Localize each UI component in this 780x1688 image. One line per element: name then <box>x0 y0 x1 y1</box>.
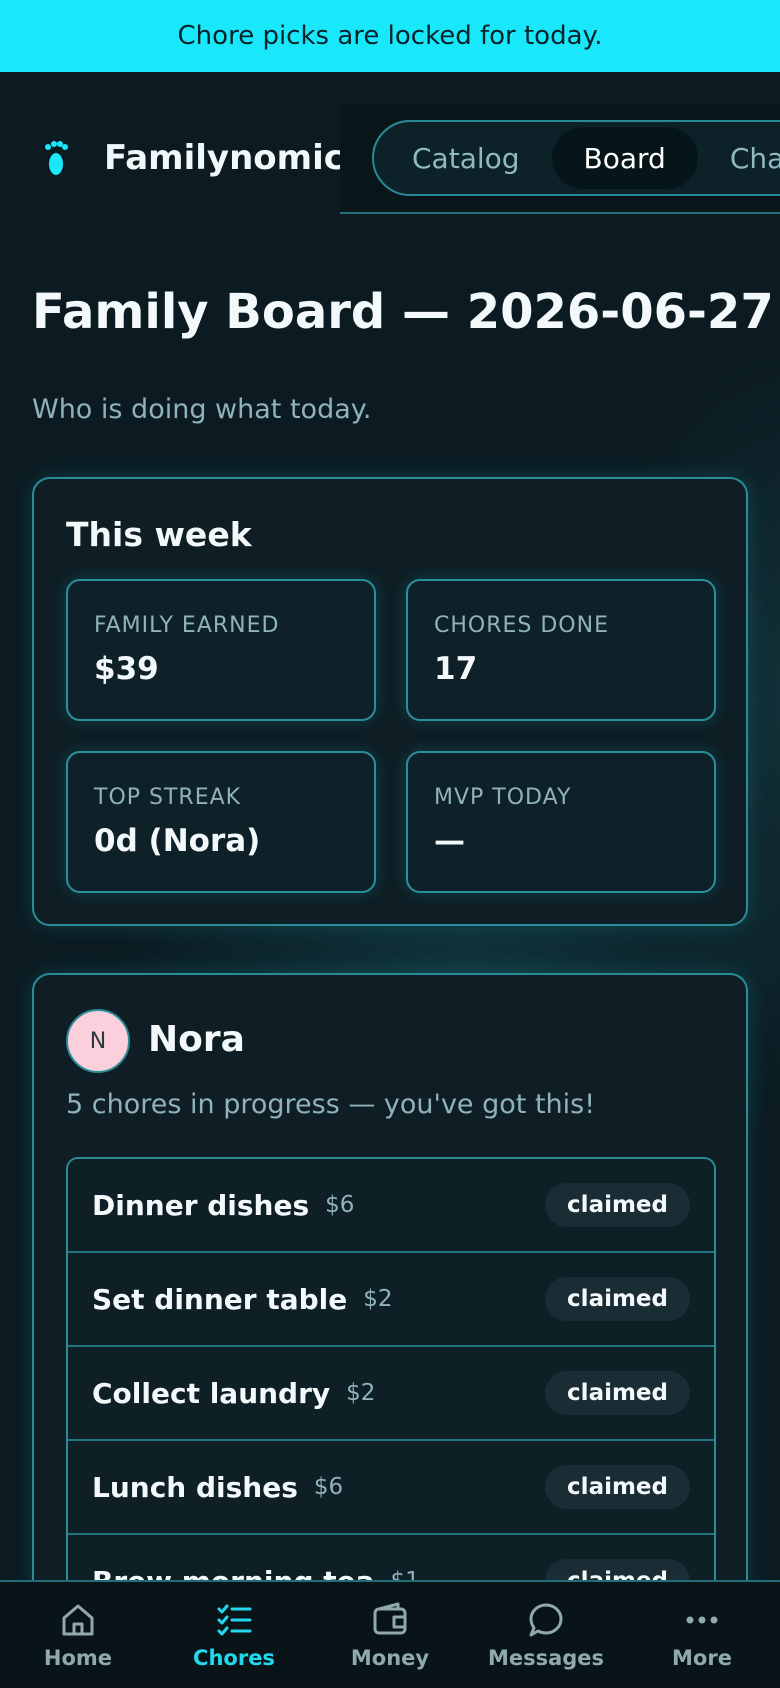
stat-chores-done: CHORES DONE 17 <box>406 579 716 721</box>
chore-name: Collect laundry <box>92 1376 331 1410</box>
banner-text: Chore picks are locked for today. <box>177 21 603 51</box>
member-name: Nora <box>148 1019 245 1060</box>
status-badge: claimed <box>545 1465 690 1509</box>
chore-price: $6 <box>313 1474 344 1500</box>
stat-label: FAMILY EARNED <box>94 613 280 638</box>
stat-value: — <box>434 823 465 859</box>
board-page: Chore picks are locked for today. Family… <box>0 0 780 1688</box>
bottom-nav-label: Home <box>43 1646 113 1670</box>
wallet-icon <box>373 1602 407 1635</box>
bottom-nav-label: Chores <box>193 1646 275 1670</box>
brand-name: Familynomics <box>104 138 365 178</box>
avatar: N <box>66 1009 130 1073</box>
status-badge: claimed <box>545 1371 690 1415</box>
chat-bubble-icon <box>529 1603 563 1637</box>
stat-value: 17 <box>434 651 478 687</box>
bottom-nav-money[interactable]: Money <box>312 1600 468 1670</box>
stat-mvp-today: MVP TODAY — <box>406 751 716 893</box>
chore-row[interactable]: Set dinner table $2 claimed <box>68 1253 714 1347</box>
bottom-nav-label: Money <box>350 1646 430 1670</box>
locked-banner: Chore picks are locked for today. <box>0 0 780 72</box>
brand[interactable]: Familynomics <box>40 138 364 178</box>
chore-name: Dinner dishes <box>92 1188 310 1222</box>
chore-row[interactable]: Collect laundry $2 claimed <box>68 1347 714 1441</box>
chore-row[interactable]: Lunch dishes $6 claimed <box>68 1441 714 1535</box>
chore-price: $2 <box>363 1286 393 1312</box>
chore-price: $2 <box>346 1380 376 1406</box>
top-nav: Catalog Board Chain <box>340 104 780 214</box>
stat-family-earned: FAMILY EARNED $39 <box>66 579 376 721</box>
tab-chain[interactable]: Chain <box>698 127 780 189</box>
bottom-nav-chores[interactable]: Chores <box>156 1600 312 1670</box>
checklist-icon <box>217 1604 252 1636</box>
chore-name: Lunch dishes <box>92 1470 298 1504</box>
stat-value: 0d (Nora) <box>94 823 261 859</box>
status-badge: claimed <box>545 1183 690 1227</box>
chore-row[interactable]: Dinner dishes $6 claimed <box>68 1159 714 1253</box>
home-icon <box>62 1604 94 1636</box>
nav-tabs: Catalog Board Chain <box>372 120 780 196</box>
chore-price: $6 <box>325 1192 355 1218</box>
bottom-nav: Home Chores Money Messages More <box>0 1580 780 1688</box>
tab-catalog[interactable]: Catalog <box>380 127 552 189</box>
page-subtitle: Who is doing what today. <box>32 394 372 425</box>
this-week-card: This week FAMILY EARNED $39 CHORES DONE … <box>32 477 748 926</box>
chore-name: Set dinner table <box>92 1282 348 1316</box>
foot-icon <box>40 138 72 178</box>
bottom-nav-more[interactable]: More <box>624 1600 780 1670</box>
bottom-nav-messages[interactable]: Messages <box>468 1600 624 1670</box>
page-title: Family Board — 2026-06-27 <box>32 284 774 340</box>
stat-value: $39 <box>94 651 159 687</box>
this-week-title: This week <box>66 515 252 554</box>
stat-top-streak: TOP STREAK 0d (Nora) <box>66 751 376 893</box>
member-status: 5 chores in progress — you've got this! <box>66 1089 596 1120</box>
tab-board[interactable]: Board <box>551 127 698 189</box>
status-badge: claimed <box>545 1277 690 1321</box>
stat-label: MVP TODAY <box>434 785 572 810</box>
stat-label: TOP STREAK <box>94 785 242 810</box>
stat-label: CHORES DONE <box>434 613 609 638</box>
bottom-nav-label: Messages <box>487 1646 605 1670</box>
bottom-nav-label: More <box>672 1646 732 1670</box>
bottom-nav-home[interactable]: Home <box>0 1600 156 1670</box>
more-dots-icon <box>686 1616 718 1624</box>
